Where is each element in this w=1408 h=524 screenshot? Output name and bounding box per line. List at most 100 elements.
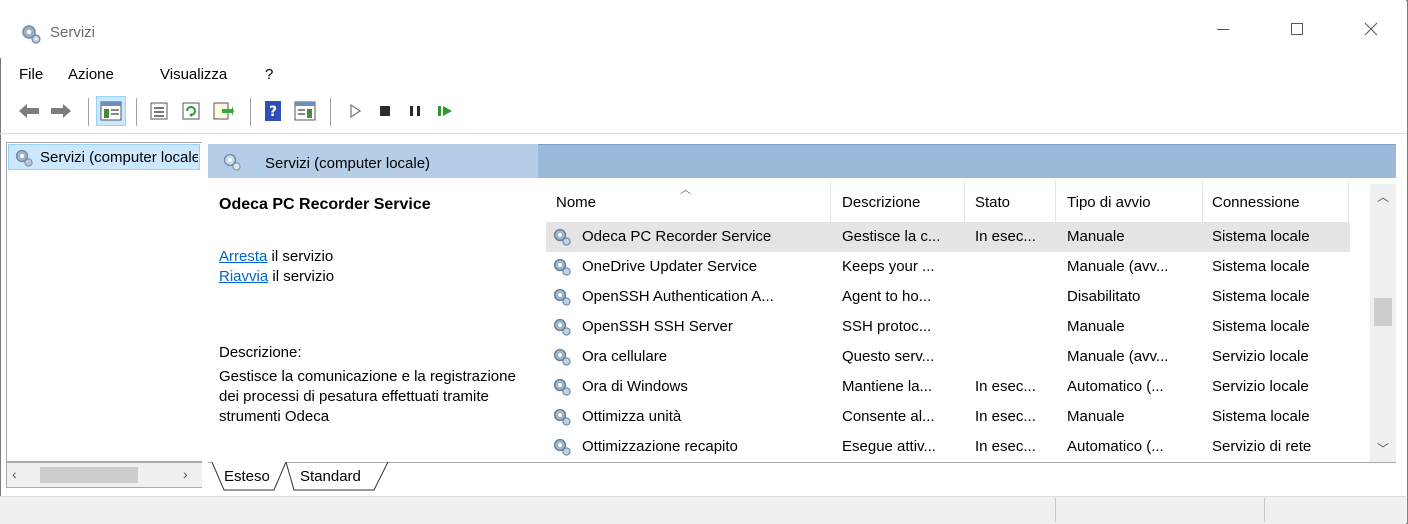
restart-service-link[interactable]: Riavvia xyxy=(219,268,268,285)
cell-logon: Sistema locale xyxy=(1212,318,1310,335)
cell-startup-type: Manuale xyxy=(1067,318,1125,335)
cell-logon: Servizio di rete xyxy=(1212,438,1312,455)
back-arrow-icon xyxy=(19,104,39,118)
window-title: Servizi xyxy=(50,24,96,41)
table-row[interactable]: Ottimizza unità Consente al... In esec... M… xyxy=(546,402,1350,432)
start-icon xyxy=(350,103,362,119)
cell-name: OneDrive Updater Service xyxy=(582,258,758,275)
close-icon xyxy=(1364,22,1378,36)
cell-startup-type: Disabilitato xyxy=(1067,288,1141,305)
table-row[interactable]: Odeca PC Recorder Service Gestisce la c..… xyxy=(546,222,1350,252)
restart-service-button[interactable] xyxy=(430,96,460,126)
service-gear-icon xyxy=(552,407,572,427)
pause-service-button[interactable] xyxy=(400,96,430,126)
gear-icon xyxy=(223,153,241,171)
minimize-button[interactable] xyxy=(1194,0,1252,58)
scroll-up-icon[interactable]: ︿ xyxy=(1377,188,1389,205)
cell-state: In esec... xyxy=(975,378,1036,395)
pause-icon xyxy=(410,106,420,116)
toolbar-separator xyxy=(330,98,331,126)
column-divider[interactable] xyxy=(1055,180,1056,224)
cell-logon: Sistema locale xyxy=(1212,258,1310,275)
cell-description: SSH protoc... xyxy=(842,318,932,335)
sort-ascending-icon: ︿ xyxy=(680,184,691,196)
restart-service-line: Riavvia il servizio xyxy=(219,268,334,285)
service-gear-icon xyxy=(552,287,572,307)
status-divider xyxy=(1264,498,1265,522)
service-gear-icon xyxy=(552,377,572,397)
restart-service-suffix: il servizio xyxy=(268,268,335,285)
column-divider[interactable] xyxy=(964,180,965,224)
scroll-left-icon[interactable]: ‹ xyxy=(12,466,17,482)
refresh-button[interactable] xyxy=(176,96,206,126)
cell-description: Agent to ho... xyxy=(842,288,932,305)
cell-state: In esec... xyxy=(975,438,1036,455)
description-label: Descrizione: xyxy=(219,344,302,361)
column-divider[interactable] xyxy=(1348,180,1349,224)
table-row[interactable]: Ora di Windows Mantiene la... In esec... Au… xyxy=(546,372,1350,402)
stop-service-link[interactable]: Arresta xyxy=(219,248,267,265)
column-header-name[interactable]: Nome xyxy=(556,194,596,211)
minimize-icon xyxy=(1217,29,1229,30)
column-header-startup-type[interactable]: Tipo di avvio xyxy=(1067,194,1151,211)
show-hide-button[interactable] xyxy=(290,96,320,126)
stop-service-button[interactable] xyxy=(370,96,400,126)
cell-description: Questo serv... xyxy=(842,348,935,365)
cell-description: Esegue attiv... xyxy=(842,438,936,455)
gear-icon xyxy=(15,149,33,167)
menu-help[interactable]: ? xyxy=(265,66,273,83)
stop-service-line: Arresta il servizio xyxy=(219,248,333,265)
tree-item-label: Servizi (computer locale) xyxy=(40,149,198,166)
column-header-description[interactable]: Descrizione xyxy=(842,194,920,211)
cell-startup-type: Manuale (avv... xyxy=(1067,348,1169,365)
export-list-button[interactable] xyxy=(208,96,238,126)
gear-icon xyxy=(22,25,41,44)
stop-icon xyxy=(380,106,390,116)
maximize-icon xyxy=(1291,23,1303,35)
scroll-down-icon[interactable]: ﹀ xyxy=(1377,440,1389,457)
scrollbar-thumb[interactable] xyxy=(1374,298,1392,326)
menu-file[interactable]: File xyxy=(19,66,43,83)
console-tree-icon xyxy=(100,101,122,121)
tab-standard[interactable]: Standard xyxy=(300,463,361,490)
column-header-logon[interactable]: Connessione xyxy=(1212,194,1300,211)
forward-button[interactable] xyxy=(46,96,76,126)
table-row[interactable]: OpenSSH SSH Server SSH protoc... Manuale Si… xyxy=(546,312,1350,342)
stop-service-suffix: il servizio xyxy=(267,248,334,265)
tab-extended[interactable]: Esteso xyxy=(224,463,270,490)
properties-button[interactable] xyxy=(144,96,174,126)
column-divider[interactable] xyxy=(1202,180,1203,224)
close-button[interactable] xyxy=(1342,0,1400,58)
toolbar-separator xyxy=(88,98,89,126)
start-service-button[interactable] xyxy=(340,96,370,126)
table-row[interactable]: OpenSSH Authentication A... Agent to ho..… xyxy=(546,282,1350,312)
toolbar-separator xyxy=(136,98,137,126)
service-gear-icon xyxy=(552,437,572,457)
maximize-button[interactable] xyxy=(1268,0,1326,58)
scroll-right-icon[interactable]: › xyxy=(183,466,188,482)
cell-startup-type: Manuale xyxy=(1067,228,1125,245)
help-button[interactable]: ? xyxy=(258,96,288,126)
menu-azione[interactable]: Azione xyxy=(68,66,114,83)
console-tree-pane xyxy=(6,142,202,462)
cell-logon: Sistema locale xyxy=(1212,408,1310,425)
back-button[interactable] xyxy=(14,96,44,126)
cell-logon: Servizio locale xyxy=(1212,348,1309,365)
table-row[interactable]: Ottimizzazione recapito Esegue attiv... In… xyxy=(546,432,1350,462)
cell-name: Odeca PC Recorder Service xyxy=(582,228,772,245)
cell-name: OpenSSH Authentication A... xyxy=(582,288,774,305)
menu-visualizza[interactable]: Visualizza xyxy=(160,66,227,83)
cell-startup-type: Manuale xyxy=(1067,408,1125,425)
column-header-state[interactable]: Stato xyxy=(975,194,1010,211)
cell-state: In esec... xyxy=(975,228,1036,245)
selected-service-name: Odeca PC Recorder Service xyxy=(219,196,431,213)
pane-header-title: Servizi (computer locale) xyxy=(265,155,431,172)
service-gear-icon xyxy=(552,227,572,247)
column-divider[interactable] xyxy=(830,180,831,224)
scrollbar-thumb[interactable] xyxy=(40,467,138,483)
console-tree-button[interactable] xyxy=(96,96,126,126)
table-row[interactable]: OneDrive Updater Service Keeps your ... Ma… xyxy=(546,252,1350,282)
cell-description: Keeps your ... xyxy=(842,258,935,275)
table-row[interactable]: Ora cellulare Questo serv... Manuale (avv.… xyxy=(546,342,1350,372)
cell-logon: Sistema locale xyxy=(1212,288,1310,305)
